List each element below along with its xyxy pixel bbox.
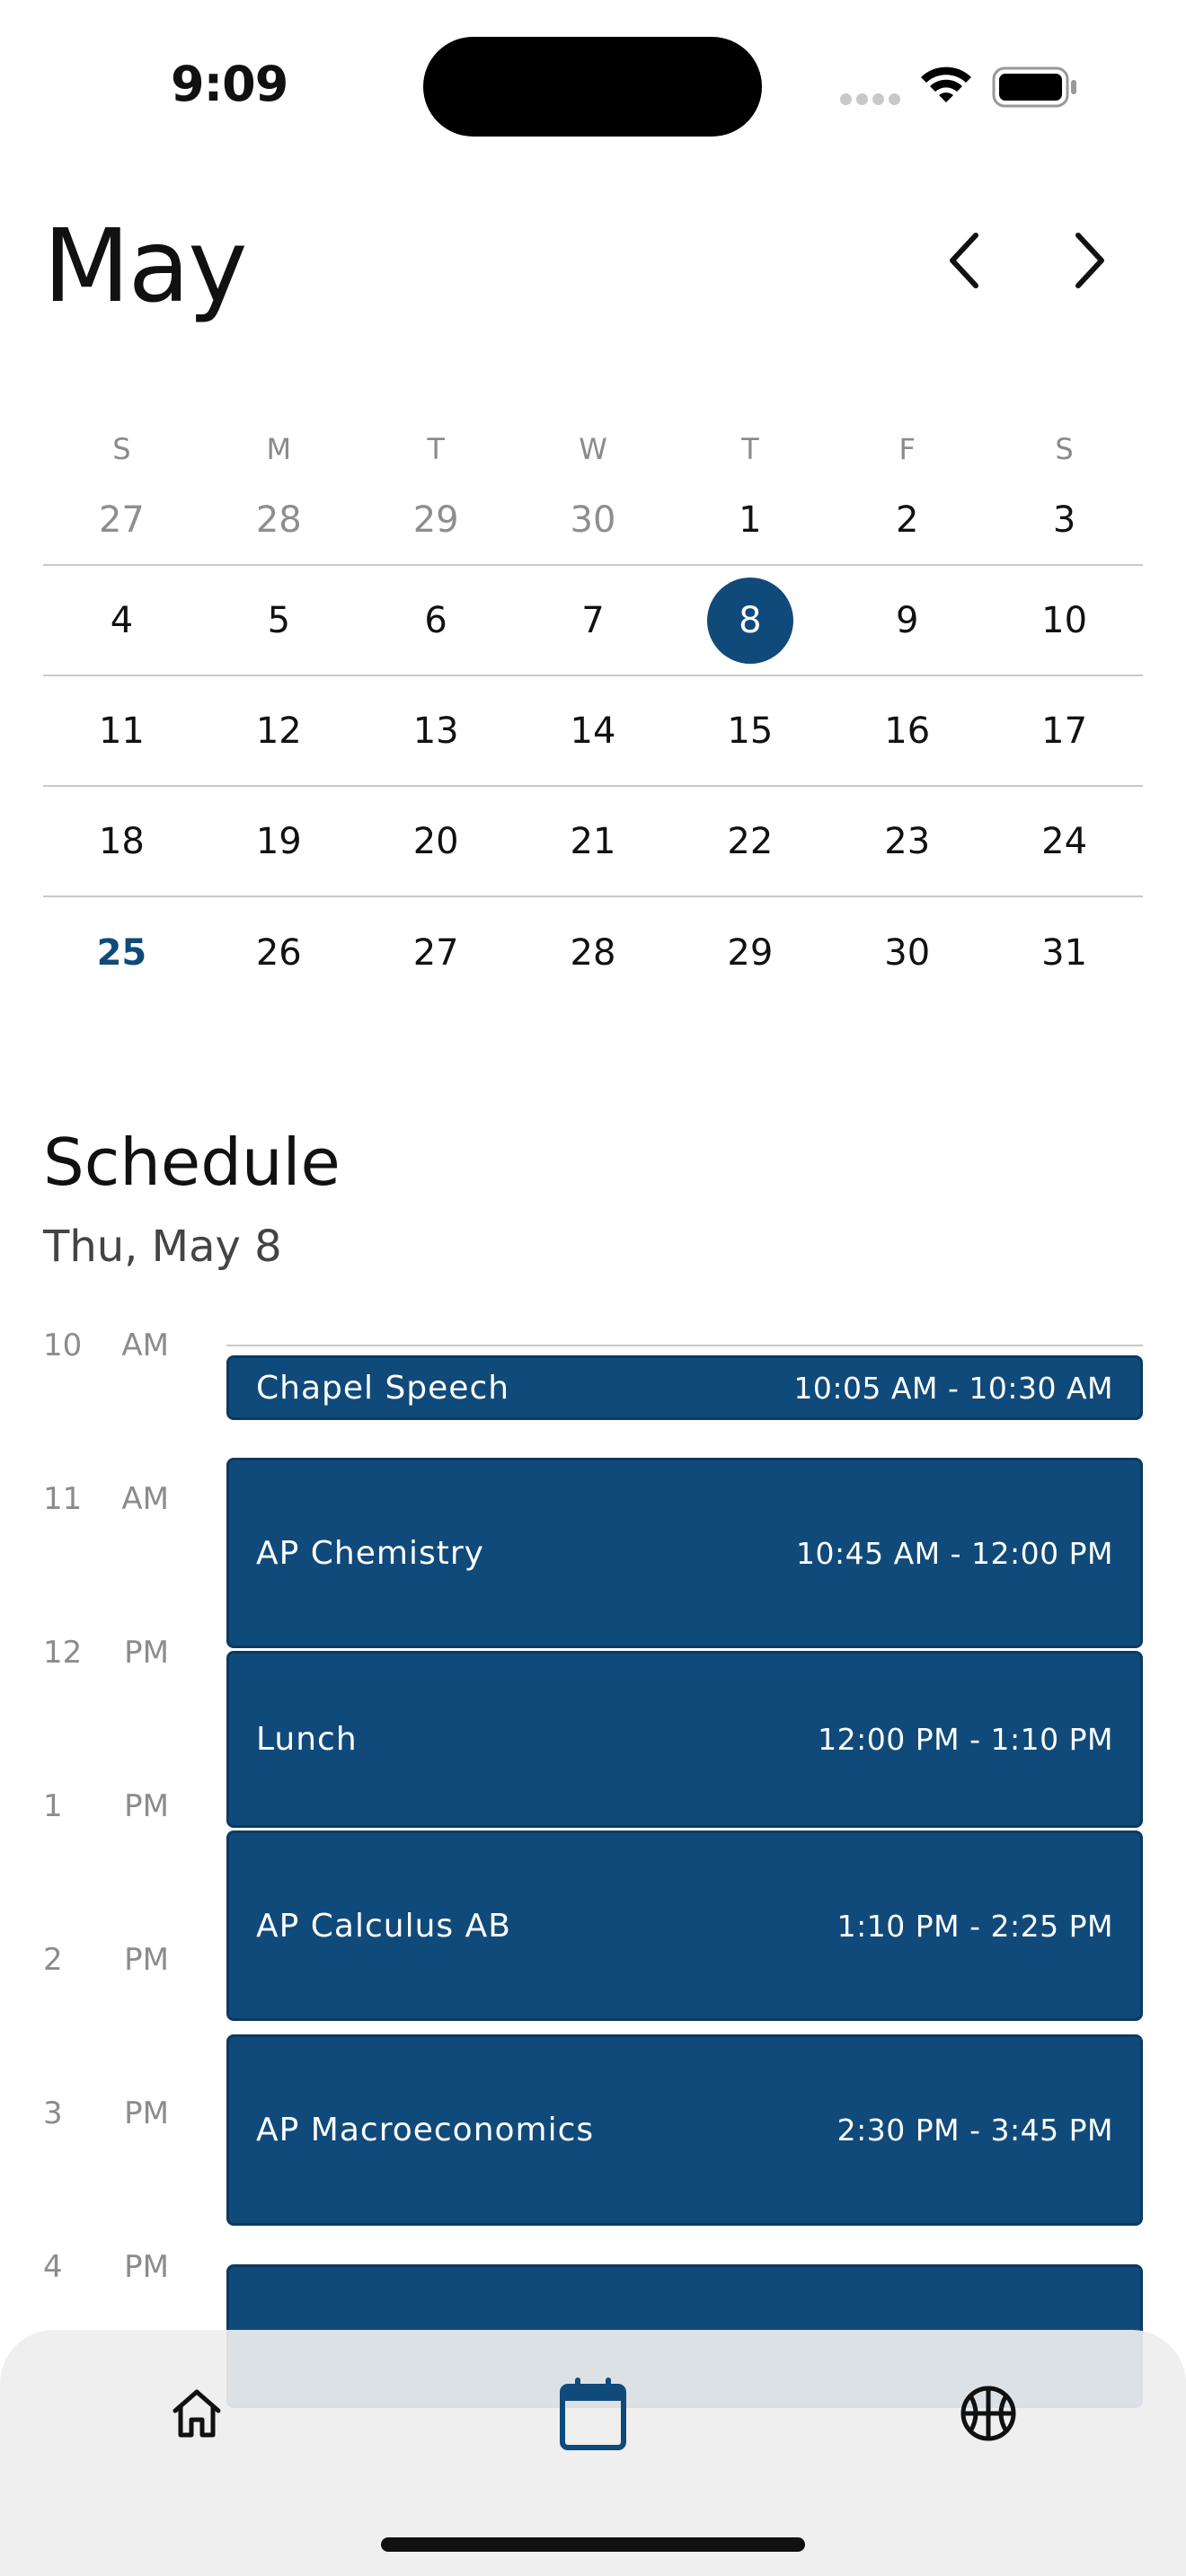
battery-icon xyxy=(992,66,1078,111)
home-icon xyxy=(173,2389,221,2438)
calendar-day[interactable]: 17 xyxy=(986,676,1143,785)
calendar-week: 4 5 6 7 8 9 10 xyxy=(43,566,1143,676)
calendar-day[interactable]: 6 xyxy=(358,566,515,675)
calendar-day[interactable]: 26 xyxy=(200,897,358,1008)
event-card[interactable]: AP Calculus AB 1:10 PM - 2:25 PM xyxy=(226,1831,1143,2021)
hour-divider xyxy=(226,1345,1143,1346)
hour-label: 4 PM xyxy=(43,2249,169,2285)
calendar-day[interactable]: 29 xyxy=(358,476,515,564)
status-time: 9:09 xyxy=(171,56,288,112)
calendar-day[interactable]: 12 xyxy=(200,676,358,785)
calendar-day[interactable]: 13 xyxy=(358,676,515,785)
event-card[interactable]: AP Chemistry 10:45 AM - 12:00 PM xyxy=(226,1458,1143,1648)
weekday-label: T xyxy=(741,432,759,466)
weekday-label: M xyxy=(266,432,292,466)
tab-home[interactable] xyxy=(147,2364,246,2463)
calendar-day[interactable]: 3 xyxy=(986,476,1143,564)
chevron-right-icon xyxy=(1075,233,1104,288)
calendar-day[interactable]: 29 xyxy=(671,897,828,1008)
calendar-week: 27 28 29 30 1 2 3 xyxy=(43,476,1143,566)
calendar-day[interactable]: 2 xyxy=(828,476,986,564)
calendar-week: 11 12 13 14 15 16 17 xyxy=(43,676,1143,787)
calendar-day[interactable]: 27 xyxy=(358,897,515,1008)
weekday-label: S xyxy=(112,432,131,466)
calendar-day[interactable]: 21 xyxy=(515,787,672,895)
schedule-date: Thu, May 8 xyxy=(43,1222,282,1272)
weekday-label: S xyxy=(1055,432,1074,466)
calendar-day[interactable]: 30 xyxy=(515,476,672,564)
calendar-day[interactable]: 27 xyxy=(43,476,200,564)
event-card[interactable]: Chapel Speech 10:05 AM - 10:30 AM xyxy=(226,1355,1143,1420)
event-name: AP Chemistry xyxy=(256,1534,484,1572)
calendar-day[interactable]: 4 xyxy=(43,566,200,675)
calendar-day[interactable]: 22 xyxy=(671,787,828,895)
calendar-day[interactable]: 9 xyxy=(828,566,986,675)
hour-label: 10 AM xyxy=(43,1328,169,1363)
home-indicator xyxy=(381,2537,805,2552)
event-time: 1:10 PM - 2:25 PM xyxy=(836,1908,1113,1944)
next-month-button[interactable] xyxy=(1053,225,1125,296)
calendar-day[interactable]: 20 xyxy=(358,787,515,895)
calendar-day[interactable]: 15 xyxy=(671,676,828,785)
month-calendar: S M T W T F S 27 28 29 30 1 2 3 4 5 6 7 … xyxy=(43,422,1143,1008)
weekday-header: S M T W T F S xyxy=(43,422,1143,476)
tab-calendar[interactable] xyxy=(544,2364,642,2463)
calendar-day[interactable]: 10 xyxy=(986,566,1143,675)
event-name: Lunch xyxy=(256,1721,358,1758)
event-time: 10:45 AM - 12:00 PM xyxy=(796,1535,1113,1571)
calendar-day[interactable]: 31 xyxy=(986,897,1143,1008)
calendar-week: 25 26 27 28 29 30 31 xyxy=(43,897,1143,1008)
calendar-day[interactable]: 16 xyxy=(828,676,986,785)
calendar-day[interactable]: 24 xyxy=(986,787,1143,895)
calendar-day[interactable]: 28 xyxy=(515,897,672,1008)
calendar-day[interactable]: 5 xyxy=(200,566,358,675)
calendar-day[interactable]: 28 xyxy=(200,476,358,564)
wifi-icon xyxy=(917,63,975,110)
event-time: 10:05 AM - 10:30 AM xyxy=(793,1370,1113,1406)
month-title: May xyxy=(43,208,248,325)
calendar-day[interactable]: 23 xyxy=(828,787,986,895)
event-card[interactable]: AP Macroeconomics 2:30 PM - 3:45 PM xyxy=(226,2034,1143,2226)
calendar-day[interactable]: 7 xyxy=(515,566,672,675)
hour-label: 12 PM xyxy=(43,1635,169,1671)
hour-label: 11 AM xyxy=(43,1481,169,1517)
event-card[interactable]: Lunch 12:00 PM - 1:10 PM xyxy=(226,1651,1143,1828)
schedule-title: Schedule xyxy=(43,1125,341,1200)
cellular-signal-icon xyxy=(840,93,901,106)
event-time: 2:30 PM - 3:45 PM xyxy=(836,2113,1113,2148)
basketball-icon xyxy=(960,2386,1016,2441)
calendar-day-selected[interactable]: 8 xyxy=(671,566,828,675)
calendar-day[interactable]: 1 xyxy=(671,476,828,564)
previous-month-button[interactable] xyxy=(929,225,1001,296)
tab-sports[interactable] xyxy=(939,2364,1038,2463)
event-time: 12:00 PM - 1:10 PM xyxy=(818,1722,1113,1757)
weekday-label: W xyxy=(579,432,607,466)
dynamic-island xyxy=(423,37,762,137)
weekday-label: F xyxy=(898,432,916,466)
calendar-day[interactable]: 30 xyxy=(828,897,986,1008)
calendar-day-highlighted[interactable]: 25 xyxy=(43,897,200,1008)
calendar-day[interactable]: 18 xyxy=(43,787,200,895)
chevron-left-icon xyxy=(950,233,978,288)
hour-label: 1 PM xyxy=(43,1788,169,1824)
event-name: AP Macroeconomics xyxy=(256,2112,595,2148)
calendar-icon xyxy=(560,2378,626,2450)
hour-label: 3 PM xyxy=(43,2095,169,2131)
calendar-week: 18 19 20 21 22 23 24 xyxy=(43,787,1143,897)
event-name: Chapel Speech xyxy=(256,1369,510,1407)
calendar-day[interactable]: 19 xyxy=(200,787,358,895)
event-name: AP Calculus AB xyxy=(256,1907,511,1945)
calendar-day[interactable]: 11 xyxy=(43,676,200,785)
weekday-label: T xyxy=(427,432,445,466)
calendar-day[interactable]: 14 xyxy=(515,676,672,785)
hour-label: 2 PM xyxy=(43,1942,169,1978)
